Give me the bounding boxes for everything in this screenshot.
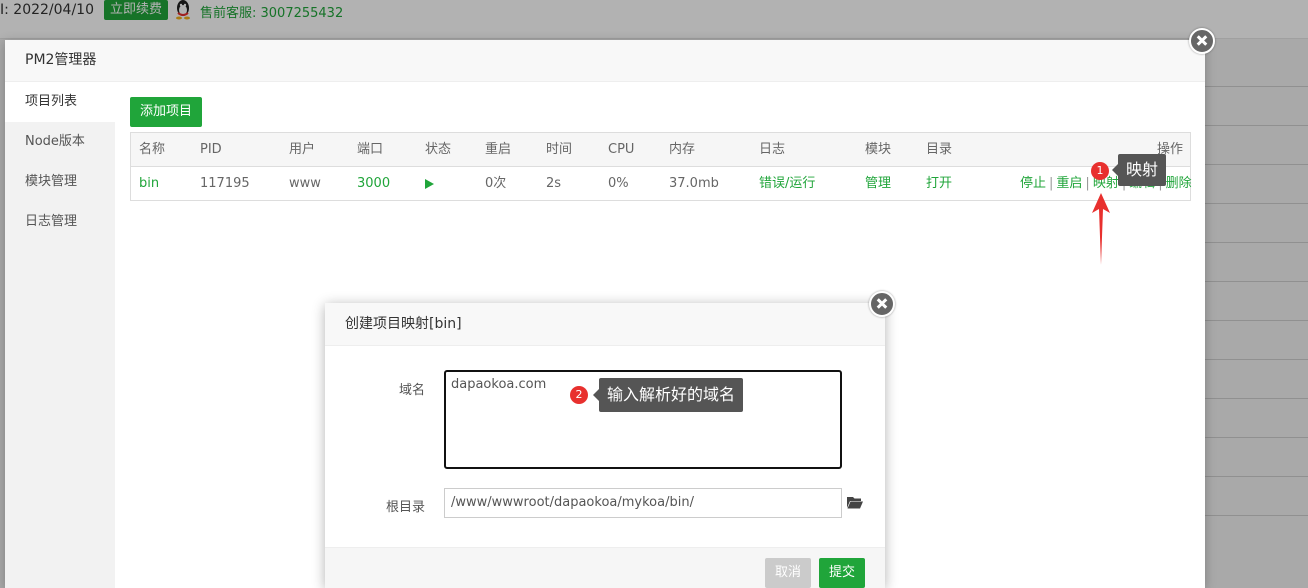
project-cpu: 0%: [608, 176, 629, 191]
project-table: 名称 PID 用户 端口 状态 重启 时间 CPU 内存 日志 模块 目录 操作…: [130, 132, 1192, 201]
domain-label: 域名: [398, 383, 425, 398]
column-header: 状态: [425, 142, 452, 157]
log-link[interactable]: 错误/运行: [759, 167, 815, 200]
column-header: 内存: [669, 142, 696, 157]
project-name: bin: [139, 176, 160, 191]
column-header: 重启: [485, 142, 512, 157]
table-header: 名称 PID 用户 端口 状态 重启 时间 CPU 内存 日志 模块 目录 操作: [131, 133, 1190, 167]
stop-link[interactable]: 停止: [1020, 176, 1046, 191]
pm2-close-icon[interactable]: [1189, 28, 1215, 54]
column-header: 目录: [926, 142, 953, 157]
restart-link[interactable]: 重启: [1056, 176, 1082, 191]
column-header: PID: [200, 142, 222, 157]
project-user: www: [289, 176, 321, 191]
delete-link[interactable]: 删除: [1166, 176, 1192, 191]
sidebar-item-project-list[interactable]: 项目列表: [5, 82, 115, 122]
project-restarts: 0次: [485, 176, 507, 191]
step-1-tooltip: 映射: [1111, 154, 1167, 186]
column-header: 用户: [289, 142, 316, 157]
table-row: bin 117195 www 3000 0次 2s 0% 37.0mb 错误/运…: [131, 167, 1192, 200]
sidebar-item-log-manage[interactable]: 日志管理: [5, 202, 115, 242]
submit-button[interactable]: 提交: [819, 558, 866, 588]
pm2-window-title: PM2管理器: [5, 40, 1205, 82]
dialog-title: 创建项目映射[bin]: [325, 303, 885, 346]
folder-open-icon[interactable]: [847, 496, 863, 509]
pm2-sidebar: 项目列表 Node版本 模块管理 日志管理: [5, 82, 115, 588]
column-header: 模块: [865, 142, 892, 157]
project-port: 3000: [357, 176, 391, 191]
column-header: 日志: [759, 142, 786, 157]
root-dir-label: 根目录: [385, 500, 425, 515]
root-dir-input[interactable]: /www/wwwroot/dapaokoa/mykoa/bin/: [444, 488, 842, 518]
sidebar-item-module-manage[interactable]: 模块管理: [5, 162, 115, 202]
project-pid: 117195: [200, 176, 250, 191]
dialog-close-icon[interactable]: [869, 291, 895, 317]
project-uptime: 2s: [546, 176, 562, 191]
column-header: 端口: [357, 142, 384, 157]
project-memory: 37.0mb: [669, 176, 719, 191]
module-link[interactable]: 管理: [865, 167, 891, 200]
create-mapping-dialog: 创建项目映射[bin] 域名 dapaokoa.com 根目录 /www/www…: [325, 303, 885, 588]
add-project-button[interactable]: 添加项目: [130, 97, 203, 127]
column-header: CPU: [608, 142, 635, 157]
sidebar-item-node-version[interactable]: Node版本: [5, 122, 115, 162]
arrow-up-icon: [1092, 193, 1110, 265]
step-1-badge: 1: [1091, 162, 1109, 180]
status-running-icon[interactable]: [425, 167, 434, 200]
column-header: 名称: [139, 142, 166, 157]
step-2-tooltip: 输入解析好的域名: [592, 378, 744, 412]
step-2-badge: 2: [570, 386, 588, 404]
cancel-button[interactable]: 取消: [765, 558, 812, 588]
column-header: 时间: [546, 142, 573, 157]
open-dir-link[interactable]: 打开: [926, 167, 952, 200]
